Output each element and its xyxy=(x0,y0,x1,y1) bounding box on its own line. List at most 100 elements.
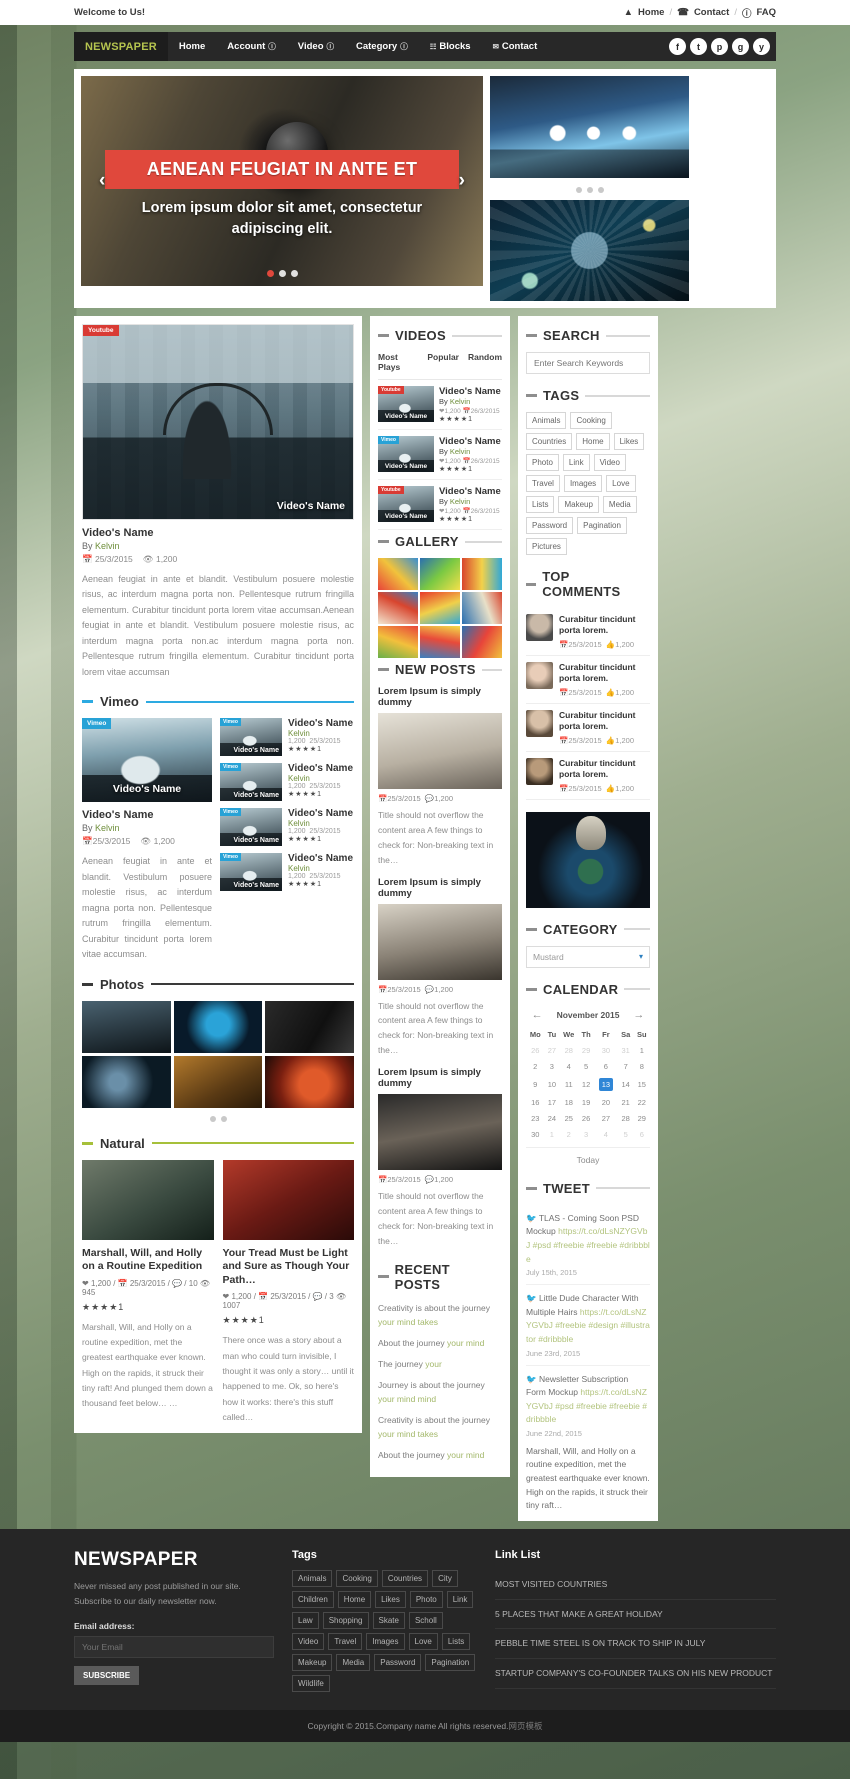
calendar-day[interactable]: 26 xyxy=(526,1043,545,1059)
recent-post-link[interactable]: The journey your xyxy=(378,1357,502,1371)
post-title[interactable]: Lorem Ipsum is simply dummy xyxy=(378,686,502,708)
recent-post-link[interactable]: About the journey your mind xyxy=(378,1336,502,1350)
calendar-day[interactable]: 30 xyxy=(526,1127,545,1143)
item-author[interactable]: Kelvin xyxy=(288,864,353,873)
tag-item[interactable]: Travel xyxy=(526,475,560,492)
gallery-tile[interactable] xyxy=(420,592,460,624)
slider-next-button[interactable]: › xyxy=(453,167,471,195)
calendar-day[interactable]: 19 xyxy=(578,1095,594,1111)
footer-tag-item[interactable]: Cooking xyxy=(336,1569,378,1587)
calendar-day[interactable]: 3 xyxy=(578,1127,594,1143)
photo-tile[interactable] xyxy=(82,1055,171,1108)
top-link-home[interactable]: Home xyxy=(638,7,664,18)
tag-item[interactable]: Pictures xyxy=(526,538,567,555)
thumb-dot[interactable] xyxy=(586,186,593,193)
footer-tag-item[interactable]: Photo xyxy=(409,1590,443,1608)
slider-prev-button[interactable]: ‹ xyxy=(93,167,111,195)
recent-post-link[interactable]: Journey is about the journey your mind m… xyxy=(378,1378,502,1406)
calendar-day[interactable]: 30 xyxy=(594,1043,618,1059)
photo-tile[interactable] xyxy=(82,1000,171,1053)
author-link[interactable]: Kelvin xyxy=(450,397,470,406)
tag-item[interactable]: Video xyxy=(593,454,626,471)
calendar-day[interactable]: 13 xyxy=(594,1075,618,1095)
footer-tag-item[interactable]: Lists xyxy=(441,1632,471,1650)
recent-post-link[interactable]: Creativity is about the journey your min… xyxy=(378,1301,502,1329)
calendar-day[interactable]: 15 xyxy=(634,1075,650,1095)
brand-logo[interactable]: NEWSPAPER xyxy=(74,32,168,61)
footer-link[interactable]: STARTUP COMPANY'S CO-FOUNDER TALKS ON HI… xyxy=(495,1659,776,1689)
recent-post-link[interactable]: Creativity is about the journey your min… xyxy=(378,1413,502,1441)
calendar-day[interactable]: 26 xyxy=(578,1111,594,1127)
tag-item[interactable]: Cooking xyxy=(570,412,612,429)
footer-tag-item[interactable]: Love xyxy=(408,1632,438,1650)
side-thumb-dots[interactable] xyxy=(490,186,689,193)
thumb-dot[interactable] xyxy=(575,186,582,193)
author-link[interactable]: Kelvin xyxy=(450,497,470,506)
footer-tag-item[interactable]: Likes xyxy=(375,1590,406,1608)
list-item[interactable]: Youtube Video's Name Video's Name By Kel… xyxy=(378,380,502,430)
tag-item[interactable]: Media xyxy=(602,496,637,513)
comment-item[interactable]: Curabitur tincidunt porta lorem. 📅25/3/2… xyxy=(526,656,650,704)
calendar-day[interactable]: 8 xyxy=(634,1059,650,1075)
footer-tag-item[interactable]: Wildlife xyxy=(292,1674,330,1692)
post-title[interactable]: Marshall, Will, and Holly on a Routine E… xyxy=(82,1247,214,1274)
calendar-day[interactable]: 27 xyxy=(594,1111,618,1127)
facebook-icon[interactable]: f xyxy=(669,38,686,55)
calendar-day[interactable]: 23 xyxy=(526,1111,545,1127)
tag-item[interactable]: Pagination xyxy=(577,517,627,534)
gallery-tile[interactable] xyxy=(462,626,502,658)
gallery-tile[interactable] xyxy=(378,592,418,624)
subscribe-button[interactable]: SUBSCRIBE xyxy=(74,1666,140,1686)
tag-item[interactable]: Animals xyxy=(526,412,567,429)
author-link[interactable]: Kelvin xyxy=(95,541,120,551)
gallery-tile[interactable] xyxy=(420,558,460,590)
author-link[interactable]: Kelvin xyxy=(95,823,120,833)
gallery-tile[interactable] xyxy=(378,626,418,658)
comment-item[interactable]: Curabitur tincidunt porta lorem. 📅25/3/2… xyxy=(526,704,650,752)
tag-item[interactable]: Love xyxy=(606,475,636,492)
category-select[interactable]: Mustard ▾ xyxy=(526,945,650,968)
side-thumb-1[interactable] xyxy=(490,76,689,178)
calendar-prev-button[interactable]: ← xyxy=(532,1009,543,1021)
nav-item-account[interactable]: Account ⓘ xyxy=(216,32,287,61)
footer-tag-item[interactable]: Countries xyxy=(381,1569,429,1587)
slider-dot[interactable] xyxy=(290,270,298,277)
calendar-day[interactable]: 9 xyxy=(526,1075,545,1095)
footer-tag-item[interactable]: Law xyxy=(292,1611,319,1629)
item-author[interactable]: Kelvin xyxy=(288,774,353,783)
calendar-day[interactable]: 11 xyxy=(559,1075,578,1095)
twitter-icon[interactable]: t xyxy=(690,38,707,55)
calendar-day[interactable]: 27 xyxy=(545,1043,560,1059)
footer-tag-item[interactable]: Password xyxy=(374,1653,422,1671)
calendar-day[interactable]: 17 xyxy=(545,1095,560,1111)
calendar-day[interactable]: 29 xyxy=(634,1111,650,1127)
top-link-contact[interactable]: Contact xyxy=(694,7,729,18)
calendar-day[interactable]: 6 xyxy=(594,1059,618,1075)
gallery-tile[interactable] xyxy=(462,558,502,590)
footer-link[interactable]: 5 PLACES THAT MAKE A GREAT HOLIDAY xyxy=(495,1600,776,1630)
calendar-day[interactable]: 7 xyxy=(618,1059,634,1075)
tab-popular[interactable]: Popular xyxy=(427,352,459,372)
footer-tag-item[interactable]: Animals xyxy=(292,1569,333,1587)
post-image[interactable] xyxy=(82,1159,214,1240)
nav-item-blocks[interactable]: ☷ Blocks xyxy=(419,32,482,61)
list-item[interactable]: Youtube Video's Name Video's Name By Kel… xyxy=(378,480,502,530)
footer-link[interactable]: PEBBLE TIME STEEL IS ON TRACK TO SHIP IN… xyxy=(495,1629,776,1660)
footer-tag-item[interactable]: Video xyxy=(292,1632,325,1650)
hero-video-thumb[interactable]: Youtube Video's Name xyxy=(82,324,354,520)
post-image[interactable] xyxy=(378,713,502,789)
calendar-day[interactable]: 20 xyxy=(594,1095,618,1111)
photo-tile[interactable] xyxy=(173,1055,263,1108)
comment-item[interactable]: Curabitur tincidunt porta lorem. 📅25/3/2… xyxy=(526,608,650,656)
slider-dot[interactable] xyxy=(266,270,274,277)
calendar-day[interactable]: 24 xyxy=(545,1111,560,1127)
calendar-day[interactable]: 5 xyxy=(618,1127,634,1143)
post-image[interactable] xyxy=(378,903,502,980)
gallery-tile[interactable] xyxy=(378,558,418,590)
calendar-day[interactable]: 3 xyxy=(545,1059,560,1075)
tag-item[interactable]: Photo xyxy=(526,454,559,471)
side-thumb-2[interactable] xyxy=(490,199,689,301)
search-input[interactable] xyxy=(526,352,650,374)
list-item[interactable]: Vimeo Video's Name Video's Name Kelvin 1,… xyxy=(220,718,354,757)
calendar-day[interactable]: 18 xyxy=(559,1095,578,1111)
